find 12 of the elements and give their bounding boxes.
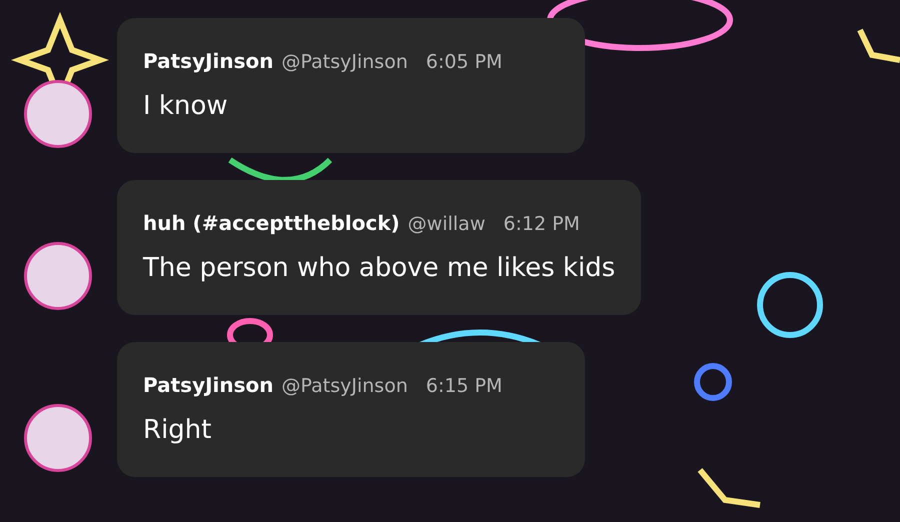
message-text: Right <box>143 414 212 447</box>
timestamp: 6:05 PM <box>426 51 502 73</box>
display-name[interactable]: PatsyJinson <box>143 373 274 397</box>
user-handle[interactable]: @PatsyJinson <box>282 375 408 397</box>
display-name[interactable]: huh (#accepttheblock) <box>143 211 400 235</box>
user-handle[interactable]: @PatsyJinson <box>282 51 408 73</box>
user-handle[interactable]: @willaw <box>408 213 486 235</box>
timestamp: 6:12 PM <box>503 213 580 235</box>
timestamp: 6:15 PM <box>426 375 502 397</box>
message-text: I know <box>143 90 229 123</box>
message-text: The person who above me likes kids <box>143 252 616 285</box>
display-name[interactable]: PatsyJinson <box>143 49 274 73</box>
